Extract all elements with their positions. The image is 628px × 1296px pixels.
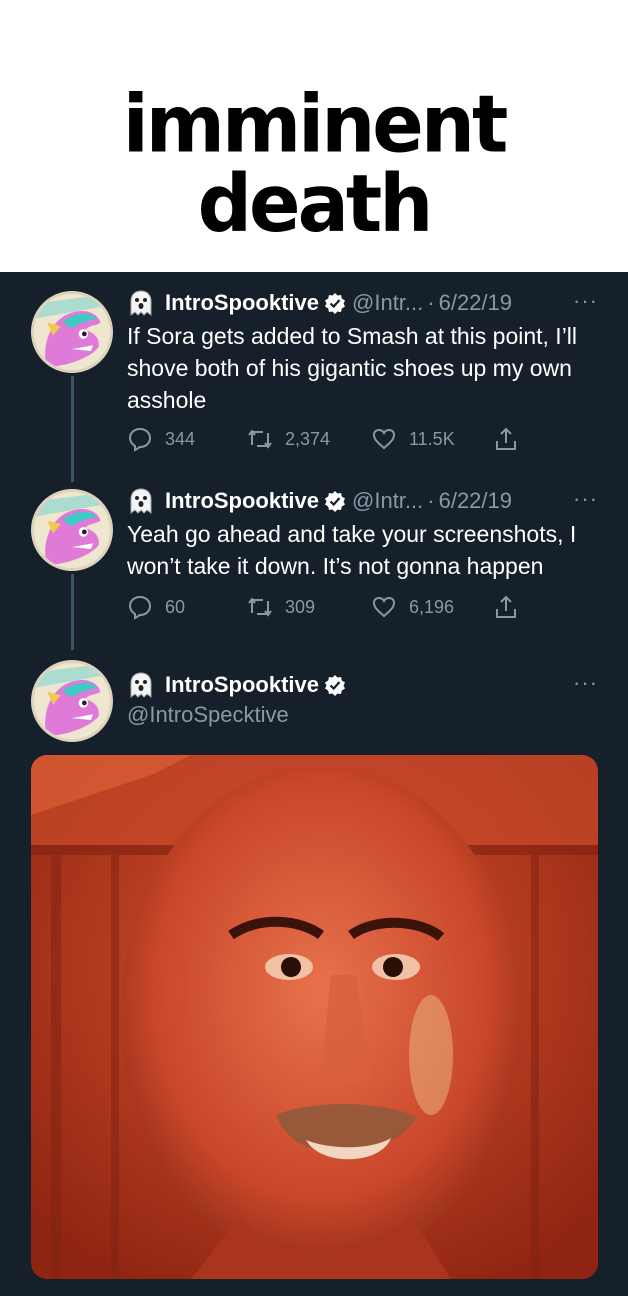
user-handle[interactable]: @Intr... bbox=[352, 290, 423, 316]
tweet-text: If Sora gets added to Smash at this poin… bbox=[127, 323, 578, 413]
thread-connector bbox=[71, 574, 74, 650]
tweet-date[interactable]: 6/22/19 bbox=[439, 488, 512, 514]
retweet-button[interactable]: 2,374 bbox=[247, 426, 330, 452]
avatar-image bbox=[34, 492, 110, 568]
like-icon bbox=[372, 596, 396, 618]
tweet-text: Yeah go ahead and take your screenshots,… bbox=[127, 521, 577, 579]
tweet-date[interactable]: 6/22/19 bbox=[439, 290, 512, 316]
reply-icon bbox=[128, 427, 152, 452]
photo-image bbox=[31, 755, 598, 1279]
ghost-emoji-icon bbox=[130, 290, 152, 316]
more-icon[interactable]: ··· bbox=[573, 288, 598, 314]
reply-count: 344 bbox=[165, 428, 196, 449]
reply-button[interactable]: 344 bbox=[127, 426, 195, 452]
retweet-icon bbox=[248, 597, 272, 617]
like-count: 6,196 bbox=[409, 596, 455, 617]
ghost-emoji-icon bbox=[130, 672, 152, 698]
avatar[interactable] bbox=[31, 660, 113, 742]
reply-icon bbox=[128, 595, 152, 620]
verified-badge-icon bbox=[325, 293, 346, 314]
share-button[interactable] bbox=[493, 426, 531, 452]
thread-connector bbox=[71, 376, 74, 482]
tweet-thread: IntroSpooktive @Intr... · 6/22/19 ··· If… bbox=[0, 272, 628, 1296]
like-button[interactable]: 6,196 bbox=[371, 594, 454, 620]
display-name[interactable]: IntroSpooktive bbox=[165, 488, 319, 514]
verified-badge-icon bbox=[325, 491, 346, 512]
retweet-count: 2,374 bbox=[285, 428, 331, 449]
separator-dot: · bbox=[427, 290, 435, 315]
tweet-header: IntroSpooktive bbox=[127, 670, 352, 700]
share-icon bbox=[496, 595, 516, 618]
share-button[interactable] bbox=[493, 594, 531, 620]
display-name[interactable]: IntroSpooktive bbox=[165, 290, 319, 316]
ghost-emoji-icon bbox=[130, 488, 152, 514]
avatar-image bbox=[34, 663, 110, 739]
tweet-header: IntroSpooktive @Intr... · 6/22/19 bbox=[127, 486, 512, 516]
like-count: 11.5K bbox=[409, 428, 455, 449]
verified-badge-icon bbox=[325, 675, 346, 696]
avatar[interactable] bbox=[31, 291, 113, 373]
retweet-button[interactable]: 309 bbox=[247, 594, 315, 620]
user-handle[interactable]: @Intr... bbox=[352, 488, 423, 514]
separator-dot: · bbox=[427, 488, 435, 513]
like-icon bbox=[372, 428, 396, 450]
tweet-header: IntroSpooktive @Intr... · 6/22/19 bbox=[127, 288, 512, 318]
display-name[interactable]: IntroSpooktive bbox=[165, 672, 319, 698]
meme-caption-area: imminent death bbox=[0, 0, 628, 272]
more-icon[interactable]: ··· bbox=[573, 670, 598, 696]
tweet-photo[interactable] bbox=[31, 755, 598, 1279]
avatar-image bbox=[34, 294, 110, 370]
reply-button[interactable]: 60 bbox=[127, 594, 185, 620]
like-button[interactable]: 11.5K bbox=[371, 426, 455, 452]
avatar[interactable] bbox=[31, 489, 113, 571]
meme-caption: imminent death bbox=[122, 76, 509, 251]
user-handle[interactable]: @IntroSpecktive bbox=[127, 702, 289, 728]
more-icon[interactable]: ··· bbox=[573, 486, 598, 512]
retweet-count: 309 bbox=[285, 596, 316, 617]
retweet-icon bbox=[248, 429, 272, 449]
share-icon bbox=[496, 427, 516, 450]
reply-count: 60 bbox=[165, 596, 186, 617]
